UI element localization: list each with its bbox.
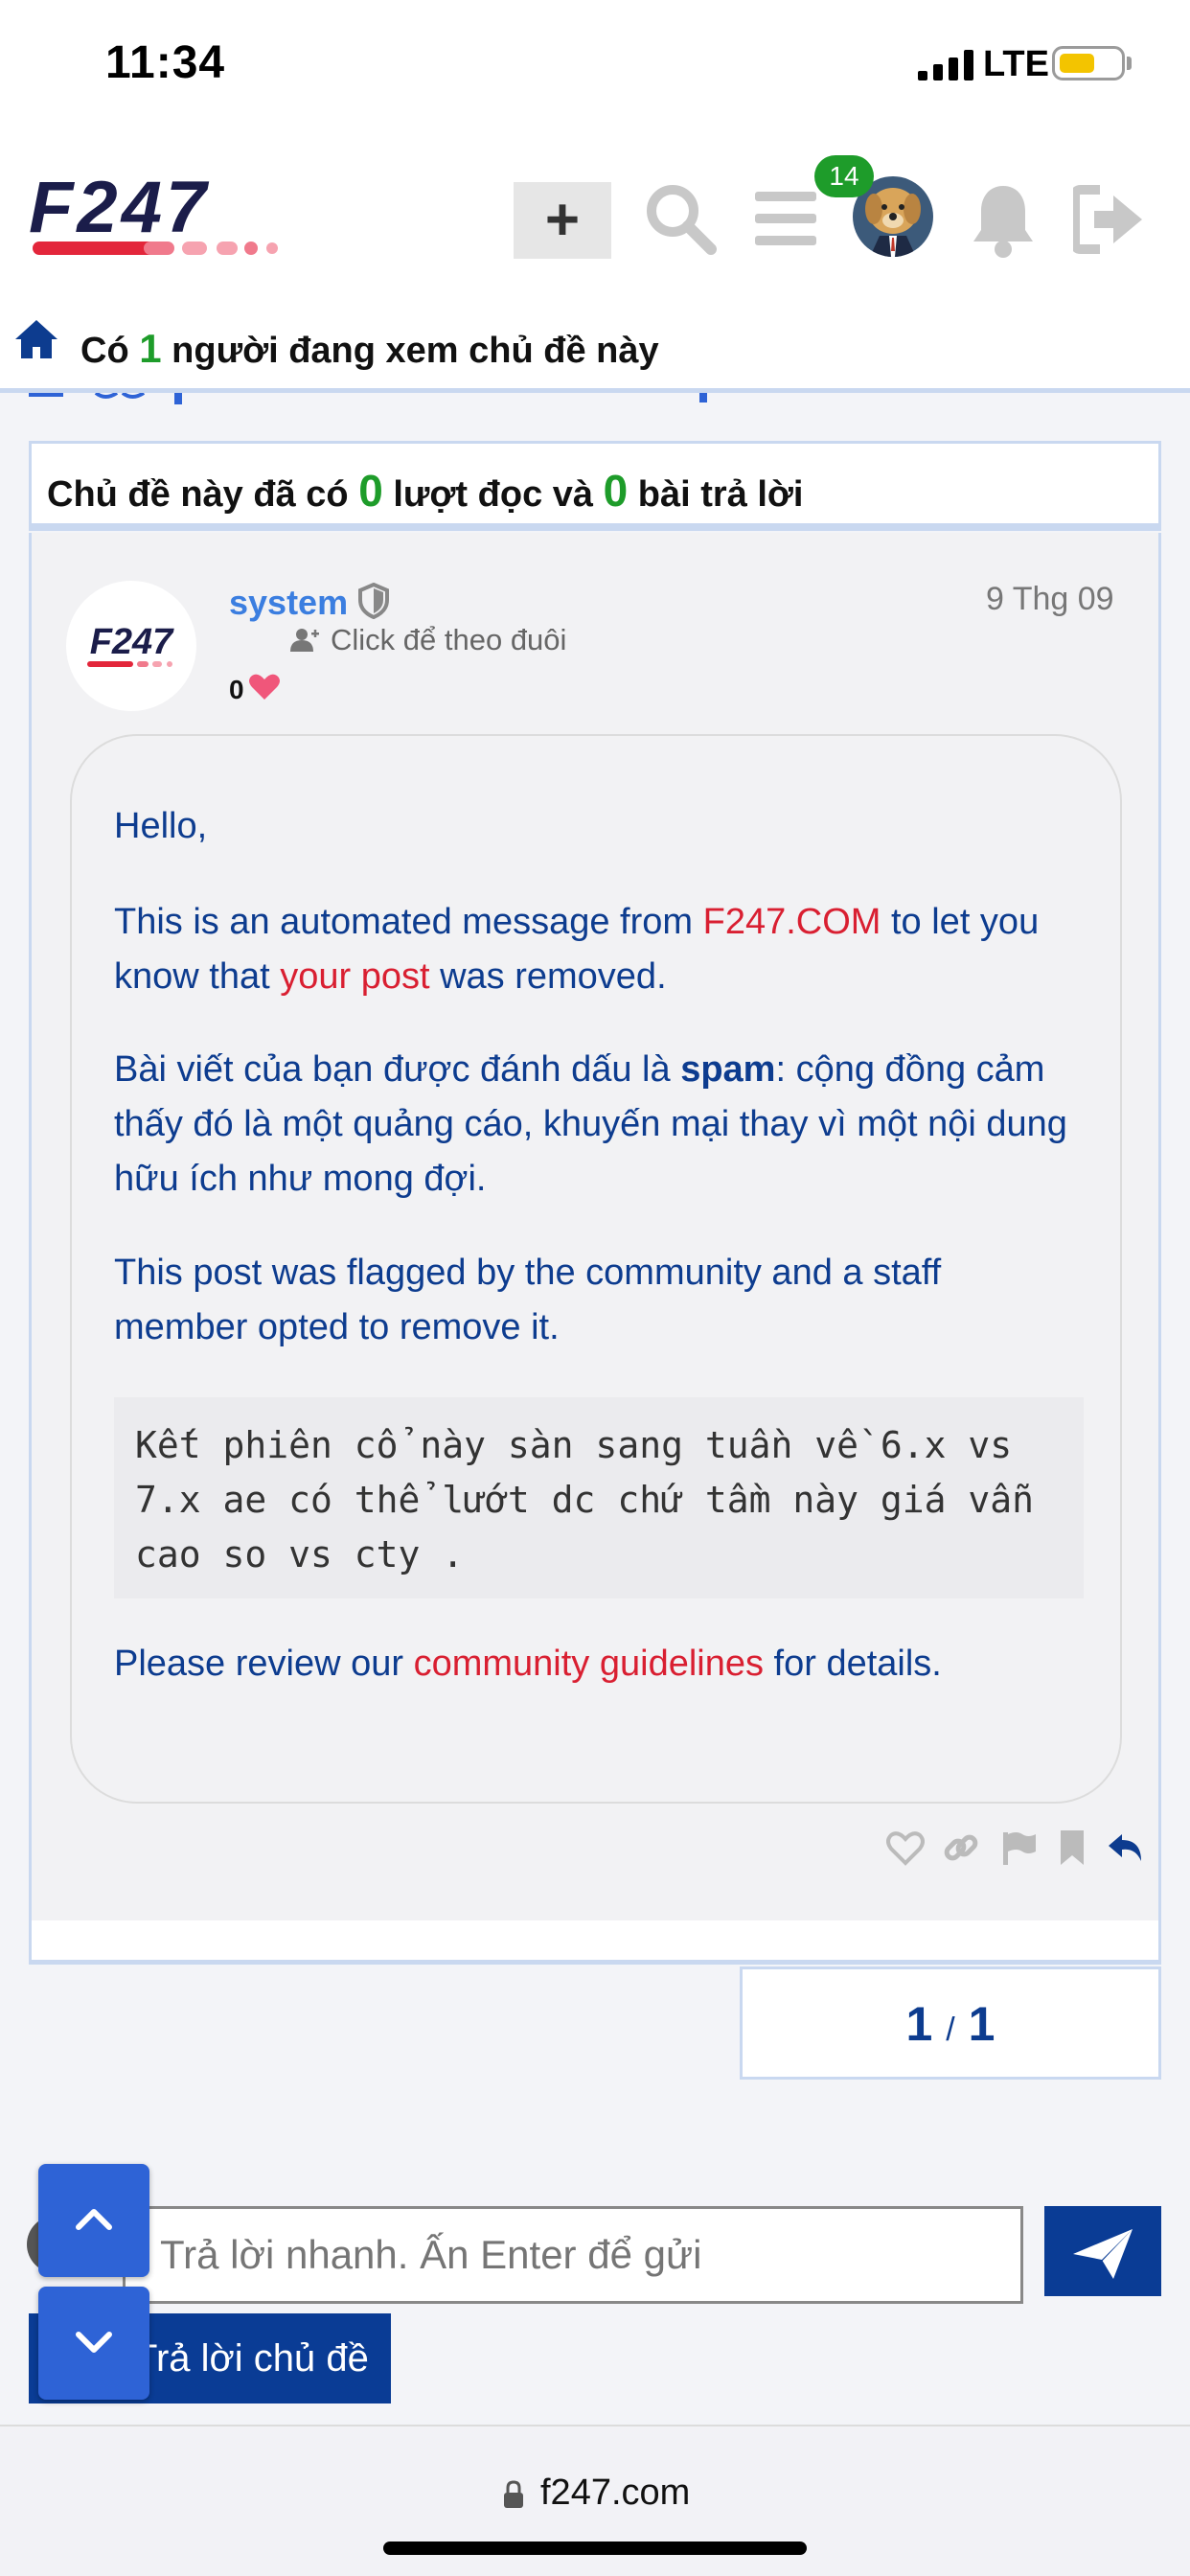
site-link[interactable]: F247.COM — [703, 902, 881, 942]
page-indicator: 1 / 1 — [743, 1996, 1158, 2052]
quick-reply-input[interactable] — [123, 2206, 1023, 2304]
shield-icon — [358, 583, 389, 619]
removal-paragraph: This is an automated message from F247.C… — [114, 895, 1082, 1004]
home-icon[interactable] — [13, 316, 59, 362]
spam-label: spam — [680, 1049, 776, 1090]
flag-icon[interactable] — [999, 1828, 1038, 1867]
viewing-bar: Có 1 người đang xem chủ đề này — [0, 305, 1190, 393]
title-text-peek — [29, 393, 707, 404]
author-avatar[interactable]: F247 — [66, 581, 196, 711]
replies-count: 0 — [603, 466, 629, 516]
svg-text:F247: F247 — [29, 178, 210, 248]
paper-plane-icon — [1073, 2229, 1133, 2279]
topic-stats-bar: Chủ đề này đã có 0 lượt đọc và 0 bài trả… — [29, 441, 1161, 531]
viewing-suffix: người đang xem chủ đề này — [172, 331, 659, 371]
battery-icon — [1052, 46, 1125, 80]
p4-before: Please review our — [114, 1644, 414, 1684]
send-button[interactable] — [1044, 2206, 1161, 2296]
post-card: F247 system Click để theo đuôi 0 9 Thg 0… — [29, 533, 1161, 1965]
like-heart-icon[interactable] — [886, 1828, 925, 1867]
p4-after: for details. — [764, 1644, 942, 1684]
heart-icon — [249, 674, 280, 700]
topic-stats-text: Chủ đề này đã có 0 lượt đọc và 0 bài trả… — [47, 465, 803, 517]
scroll-up-button[interactable] — [38, 2164, 149, 2277]
network-type: LTE — [983, 44, 1049, 84]
post-actions — [856, 1828, 1143, 1886]
like-count: 0 — [229, 675, 244, 704]
stats-prefix: Chủ đề này đã có — [47, 474, 349, 515]
author-name[interactable]: system — [229, 583, 348, 623]
guidelines-paragraph: Please review our community guidelines f… — [114, 1637, 1082, 1691]
reply-icon[interactable] — [1107, 1828, 1145, 1867]
viewing-prefix: Có — [80, 331, 129, 371]
stats-suffix: bài trả lời — [637, 474, 804, 515]
post-body: F247 system Click để theo đuôi 0 9 Thg 0… — [32, 533, 1158, 1920]
page-separator: / — [946, 2012, 955, 2048]
status-bar: 11:34 LTE — [0, 0, 1190, 134]
viewing-count: 1 — [139, 326, 162, 371]
search-icon[interactable] — [644, 182, 717, 255]
address-bar-url[interactable]: f247.com — [540, 2472, 690, 2514]
p1-before: This is an automated message from — [114, 902, 703, 942]
chevron-down-icon — [76, 2332, 112, 2353]
link-icon[interactable] — [942, 1828, 980, 1867]
bell-icon[interactable] — [970, 182, 1037, 259]
lock-icon — [504, 2480, 523, 2508]
message-bubble: Hello, This is an automated message from… — [70, 734, 1122, 1804]
bookmark-icon[interactable] — [1053, 1828, 1091, 1867]
new-topic-button[interactable]: + — [514, 182, 611, 259]
f247-logo-icon: F247 — [87, 622, 174, 667]
viewing-text: Có 1 người đang xem chủ đề này — [80, 326, 659, 372]
chevron-up-icon — [76, 2209, 112, 2230]
quoted-post-code-block: Kết phiên cổ này sàn sang tuần về 6.x vs… — [114, 1397, 1084, 1598]
status-time: 11:34 — [105, 37, 226, 88]
logout-icon[interactable] — [1073, 184, 1144, 255]
pagination[interactable]: 1 / 1 — [740, 1966, 1161, 2080]
stats-middle: lượt đọc và — [393, 474, 594, 515]
signal-icon — [918, 50, 973, 80]
current-page: 1 — [905, 1997, 933, 2051]
total-pages: 1 — [968, 1997, 995, 2051]
post-date[interactable]: 9 Thg 09 — [986, 581, 1114, 618]
reads-count: 0 — [358, 466, 383, 516]
plus-icon: + — [544, 187, 581, 253]
hamburger-menu-icon[interactable] — [755, 188, 816, 249]
p2-before: Bài viết của bạn được đánh dấu là — [114, 1049, 681, 1090]
site-logo[interactable]: F247 — [29, 178, 320, 268]
site-header: F247 + 14 — [0, 134, 1190, 305]
add-user-icon[interactable] — [290, 627, 319, 652]
scroll-down-button[interactable] — [38, 2287, 149, 2400]
follow-label[interactable]: Click để theo đuôi — [331, 623, 566, 657]
browser-bottom-bar: f247.com — [0, 2425, 1190, 2576]
p1-after: was removed. — [429, 956, 667, 997]
your-post-link[interactable]: your post — [280, 956, 429, 997]
community-guidelines-link[interactable]: community guidelines — [414, 1644, 764, 1684]
notification-count-badge[interactable]: 14 — [814, 155, 874, 197]
svg-text:F247: F247 — [90, 622, 174, 662]
spam-paragraph: Bài viết của bạn được đánh dấu là spam: … — [114, 1043, 1082, 1207]
home-indicator — [383, 2542, 807, 2555]
flagged-paragraph: This post was flagged by the community a… — [114, 1253, 942, 1347]
greeting: Hello, — [114, 806, 208, 846]
